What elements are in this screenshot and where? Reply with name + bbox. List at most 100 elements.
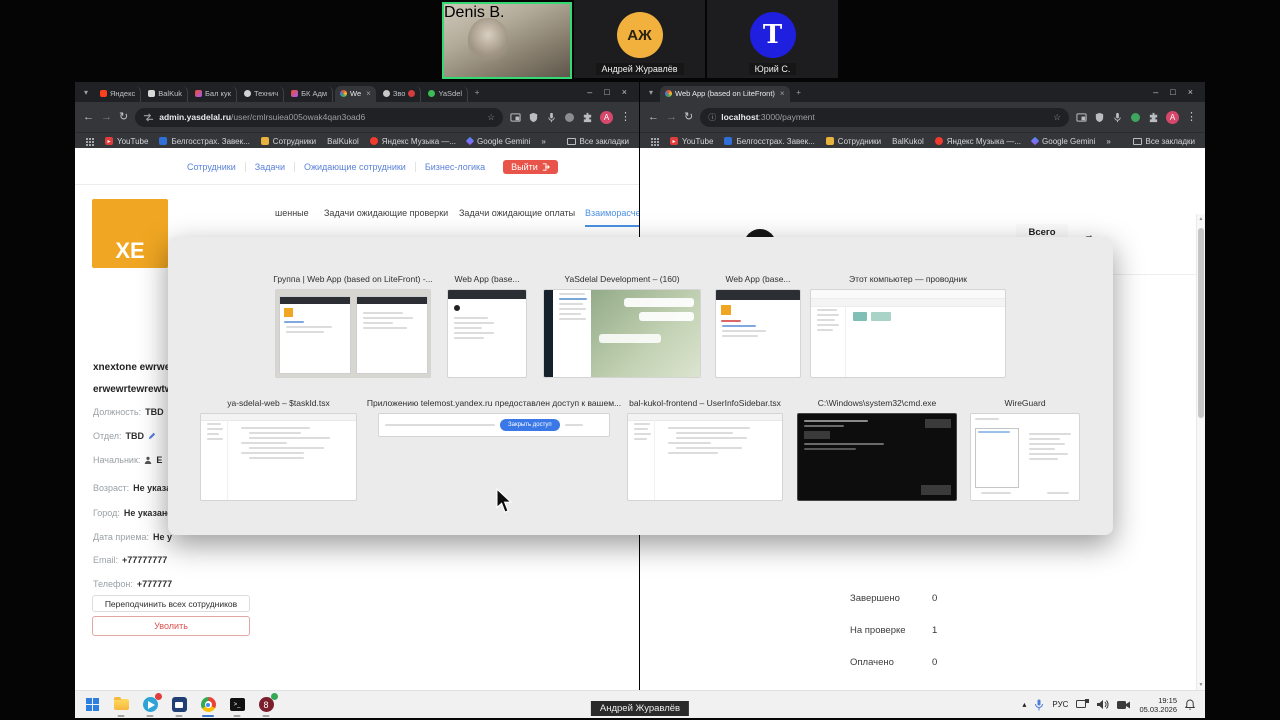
extensions-icon[interactable] — [1148, 112, 1159, 123]
close-button[interactable]: × — [622, 87, 627, 97]
task-thumbnail[interactable]: Web App (base... — [715, 289, 801, 378]
close-access-button[interactable]: Закрыть доступ — [500, 419, 560, 431]
bookmark-item[interactable]: Белгосстрах. Завек... — [159, 137, 249, 146]
participant-tile[interactable]: АЖ Андрей Журавлёв — [574, 0, 705, 78]
tray-camera-icon[interactable] — [1117, 700, 1131, 710]
start-button[interactable] — [82, 693, 102, 717]
extensions-icon[interactable] — [582, 112, 593, 123]
tab-search-icon[interactable]: ▾ — [79, 88, 93, 97]
info-icon[interactable]: ⓘ — [708, 112, 716, 123]
bookmark-item[interactable]: ▸YouTube — [105, 137, 148, 146]
close-tab-icon[interactable]: × — [366, 89, 371, 98]
bookmarks-overflow-icon[interactable]: » — [541, 137, 545, 146]
bookmark-item[interactable]: ▸YouTube — [670, 137, 713, 146]
maximize-button[interactable]: □ — [604, 87, 609, 97]
task-thumbnail[interactable]: Группа | Web App (based on LiteFront) -.… — [275, 289, 431, 378]
all-bookmarks-button[interactable]: Все закладки — [1133, 137, 1195, 146]
reload-icon[interactable]: ↻ — [119, 112, 128, 123]
shield-icon[interactable] — [1094, 112, 1105, 123]
scroll-up-icon[interactable]: ▲ — [1197, 216, 1205, 222]
network-display-icon[interactable] — [1076, 699, 1089, 710]
task-thumbnail[interactable]: Этот компьютер — проводник — [810, 289, 1006, 378]
bookmark-item[interactable]: Google Gemini — [1032, 137, 1095, 146]
menu-kebab-icon[interactable]: ⋮ — [1186, 112, 1197, 123]
shield-icon[interactable] — [528, 112, 539, 123]
browser-tab[interactable]: YaSdel — [423, 86, 468, 102]
tray-chevron-icon[interactable]: ▴ — [1022, 700, 1026, 709]
task-thumbnail[interactable]: YaSdelal Development – (160) — [543, 289, 701, 378]
browser-tab-active[interactable]: Web App (based on LiteFront) × — [660, 86, 790, 102]
task-thumbnail[interactable]: ya-sdelal-web – $taskId.tsx — [200, 413, 357, 501]
minimize-button[interactable]: – — [1153, 87, 1158, 97]
bookmark-item[interactable]: Сотрудники — [826, 137, 881, 146]
apps-grid-icon[interactable] — [85, 137, 94, 146]
tab-settlements[interactable]: Взаиморасчеты — [585, 208, 639, 227]
bookmark-item[interactable]: Белгосстрах. Завек... — [724, 137, 814, 146]
browser-tab[interactable]: Яндекс — [95, 86, 141, 102]
app-8-icon[interactable]: 8 — [256, 693, 276, 717]
tab-organizer-icon[interactable] — [1076, 112, 1087, 123]
task-thumbnail[interactable]: Приложению telemost.yandex.ru предоставл… — [378, 413, 610, 437]
scrollbar[interactable]: ▲ ▼ — [1196, 214, 1205, 690]
menu-kebab-icon[interactable]: ⋮ — [620, 112, 631, 123]
nav-link-pending-employees[interactable]: Ожидающие сотрудники — [304, 162, 416, 172]
forward-icon[interactable]: → — [666, 112, 677, 123]
task-thumbnail[interactable]: bal-kukol-frontend – UserInfoSidebar.tsx — [627, 413, 783, 501]
clock[interactable]: 19:15 05.03.2026 — [1139, 696, 1177, 714]
fire-button[interactable]: Уволить — [92, 616, 250, 636]
close-button[interactable]: × — [1188, 87, 1193, 97]
terminal-icon[interactable]: >_ — [227, 693, 247, 717]
new-tab-button[interactable]: + — [792, 88, 806, 97]
tab-search-icon[interactable]: ▾ — [644, 88, 658, 97]
file-explorer-icon[interactable] — [111, 693, 131, 717]
chrome-icon[interactable] — [198, 693, 218, 717]
edit-pencil-icon[interactable] — [148, 432, 156, 440]
address-bar[interactable]: admin.yasdelal.ru/user/cmlrsuiea005owak4… — [135, 108, 503, 127]
messenger-icon[interactable] — [169, 693, 189, 717]
scrollbar-thumb[interactable] — [1198, 228, 1204, 418]
close-tab-icon[interactable]: × — [780, 89, 785, 98]
task-thumbnail[interactable]: WireGuard — [970, 413, 1080, 501]
mic-icon[interactable] — [546, 112, 557, 123]
recorder-icon[interactable] — [564, 112, 575, 123]
back-icon[interactable]: ← — [83, 112, 94, 123]
participant-tile-active[interactable]: Denis B. — [442, 2, 572, 79]
participant-tile[interactable]: T Юрий С. — [707, 0, 838, 78]
bookmark-item[interactable]: Яндекс Музыка —... — [935, 137, 1021, 146]
address-bar[interactable]: ⓘ localhost:3000/payment ☆ — [700, 108, 1069, 127]
browser-tab[interactable]: BalKuk — [143, 86, 188, 102]
reload-icon[interactable]: ↻ — [684, 112, 693, 123]
new-tab-button[interactable]: + — [470, 88, 484, 97]
reassign-employees-button[interactable]: Переподчинить всех сотрудников — [92, 595, 250, 612]
profile-avatar[interactable]: A — [1166, 111, 1179, 124]
nav-link-employees[interactable]: Сотрудники — [187, 162, 246, 172]
telegram-icon[interactable] — [140, 693, 160, 717]
browser-tab[interactable]: Бал кук — [190, 86, 237, 102]
task-thumbnail[interactable]: C:\Windows\system32\cmd.exe — [797, 413, 957, 501]
task-thumbnail[interactable]: Web App (base... — [447, 289, 527, 378]
maximize-button[interactable]: □ — [1170, 87, 1175, 97]
tray-mic-icon[interactable] — [1034, 699, 1044, 711]
speaker-icon[interactable] — [1097, 699, 1109, 710]
browser-tab[interactable]: Зво — [378, 86, 422, 102]
notification-bell-icon[interactable] — [1185, 699, 1195, 710]
apps-grid-icon[interactable] — [650, 137, 659, 146]
bookmark-item[interactable]: Яндекс Музыка —... — [370, 137, 456, 146]
logout-button[interactable]: Выйти — [503, 160, 558, 174]
bookmark-item[interactable]: BalKukol — [327, 137, 359, 146]
bookmark-item[interactable]: Google Gemini — [467, 137, 530, 146]
profile-avatar[interactable]: A — [600, 111, 613, 124]
mic-icon[interactable] — [1112, 112, 1123, 123]
nav-link-business-logic[interactable]: Бизнес-логика — [425, 162, 494, 172]
recorder-icon[interactable] — [1130, 112, 1141, 123]
bookmark-star-icon[interactable]: ☆ — [1053, 112, 1061, 123]
bookmark-star-icon[interactable]: ☆ — [487, 112, 495, 123]
tab-awaiting-payment[interactable]: Задачи ожидающие оплаты — [459, 208, 575, 218]
browser-tab[interactable]: Технич — [239, 86, 284, 102]
nav-link-tasks[interactable]: Задачи — [255, 162, 295, 172]
browser-tab[interactable]: БК Адм — [286, 86, 333, 102]
all-bookmarks-button[interactable]: Все закладки — [567, 137, 629, 146]
forward-icon[interactable]: → — [101, 112, 112, 123]
minimize-button[interactable]: – — [587, 87, 592, 97]
back-icon[interactable]: ← — [648, 112, 659, 123]
